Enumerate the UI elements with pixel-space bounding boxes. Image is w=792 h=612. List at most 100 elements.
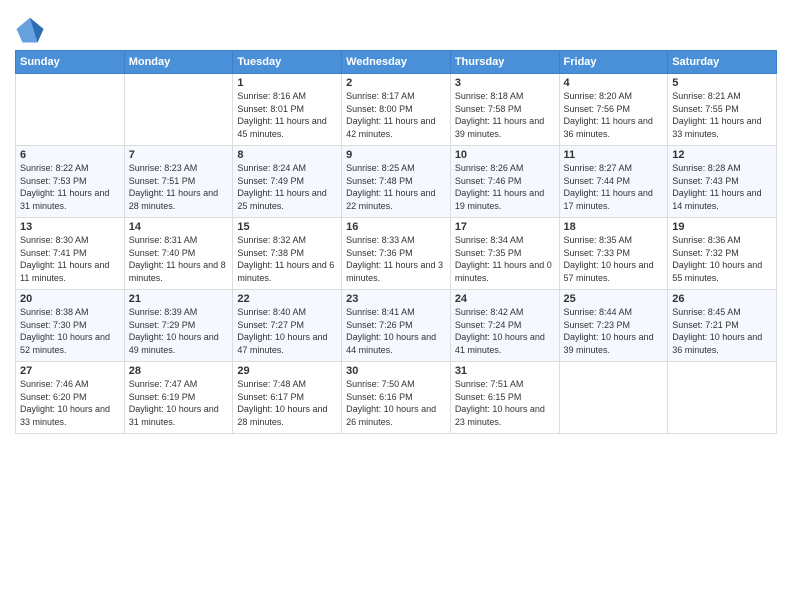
day-info: Sunrise: 8:39 AM Sunset: 7:29 PM Dayligh… bbox=[129, 307, 219, 355]
calendar-cell bbox=[668, 362, 777, 434]
day-number: 30 bbox=[346, 365, 446, 377]
calendar-cell: 14 Sunrise: 8:31 AM Sunset: 7:40 PM Dayli… bbox=[124, 218, 233, 290]
calendar-cell: 22 Sunrise: 8:40 AM Sunset: 7:27 PM Dayli… bbox=[233, 290, 342, 362]
day-number: 17 bbox=[455, 221, 555, 233]
day-number: 14 bbox=[129, 221, 229, 233]
day-info: Sunrise: 7:50 AM Sunset: 6:16 PM Dayligh… bbox=[346, 379, 436, 427]
calendar-week-4: 20Sunrise: 8:38 AM Sunset: 7:30 PM Dayli… bbox=[16, 290, 777, 362]
calendar-cell: 12 Sunrise: 8:28 AM Sunset: 7:43 PM Dayli… bbox=[668, 146, 777, 218]
day-info: Sunrise: 8:32 AM Sunset: 7:38 PM Dayligh… bbox=[237, 235, 334, 283]
day-number: 9 bbox=[346, 149, 446, 161]
calendar-cell: 4 Sunrise: 8:20 AM Sunset: 7:56 PM Daylig… bbox=[559, 74, 668, 146]
day-number: 11 bbox=[564, 149, 664, 161]
calendar-cell: 13 Sunrise: 8:30 AM Sunset: 7:41 PM Dayli… bbox=[16, 218, 125, 290]
day-info: Sunrise: 8:22 AM Sunset: 7:53 PM Dayligh… bbox=[20, 163, 109, 211]
calendar-cell: 26 Sunrise: 8:45 AM Sunset: 7:21 PM Dayli… bbox=[668, 290, 777, 362]
day-info: Sunrise: 8:30 AM Sunset: 7:41 PM Dayligh… bbox=[20, 235, 109, 283]
day-info: Sunrise: 8:18 AM Sunset: 7:58 PM Dayligh… bbox=[455, 91, 544, 139]
day-number: 5 bbox=[672, 77, 772, 89]
day-info: Sunrise: 8:28 AM Sunset: 7:43 PM Dayligh… bbox=[672, 163, 761, 211]
calendar-week-2: 6 Sunrise: 8:22 AM Sunset: 7:53 PM Daylig… bbox=[16, 146, 777, 218]
calendar-cell: 6 Sunrise: 8:22 AM Sunset: 7:53 PM Daylig… bbox=[16, 146, 125, 218]
calendar-cell: 5 Sunrise: 8:21 AM Sunset: 7:55 PM Daylig… bbox=[668, 74, 777, 146]
calendar-cell: 8Sunrise: 8:24 AM Sunset: 7:49 PM Daylig… bbox=[233, 146, 342, 218]
header bbox=[15, 10, 777, 44]
day-info: Sunrise: 8:34 AM Sunset: 7:35 PM Dayligh… bbox=[455, 235, 552, 283]
calendar-cell: 28Sunrise: 7:47 AM Sunset: 6:19 PM Dayli… bbox=[124, 362, 233, 434]
day-info: Sunrise: 8:23 AM Sunset: 7:51 PM Dayligh… bbox=[129, 163, 218, 211]
calendar-cell: 7 Sunrise: 8:23 AM Sunset: 7:51 PM Daylig… bbox=[124, 146, 233, 218]
day-number: 31 bbox=[455, 365, 555, 377]
calendar-cell: 25 Sunrise: 8:44 AM Sunset: 7:23 PM Dayli… bbox=[559, 290, 668, 362]
day-number: 28 bbox=[129, 365, 229, 377]
day-number: 19 bbox=[672, 221, 772, 233]
calendar-cell: 1Sunrise: 8:16 AM Sunset: 8:01 PM Daylig… bbox=[233, 74, 342, 146]
calendar-cell: 20Sunrise: 8:38 AM Sunset: 7:30 PM Dayli… bbox=[16, 290, 125, 362]
day-info: Sunrise: 8:20 AM Sunset: 7:56 PM Dayligh… bbox=[564, 91, 653, 139]
weekday-header-monday: Monday bbox=[124, 51, 233, 74]
day-number: 26 bbox=[672, 293, 772, 305]
calendar-table: SundayMondayTuesdayWednesdayThursdayFrid… bbox=[15, 50, 777, 434]
day-info: Sunrise: 8:41 AM Sunset: 7:26 PM Dayligh… bbox=[346, 307, 436, 355]
weekday-header-row: SundayMondayTuesdayWednesdayThursdayFrid… bbox=[16, 51, 777, 74]
calendar-cell: 21 Sunrise: 8:39 AM Sunset: 7:29 PM Dayli… bbox=[124, 290, 233, 362]
calendar-cell: 3 Sunrise: 8:18 AM Sunset: 7:58 PM Daylig… bbox=[450, 74, 559, 146]
calendar-cell: 2 Sunrise: 8:17 AM Sunset: 8:00 PM Daylig… bbox=[342, 74, 451, 146]
day-info: Sunrise: 8:25 AM Sunset: 7:48 PM Dayligh… bbox=[346, 163, 435, 211]
weekday-header-saturday: Saturday bbox=[668, 51, 777, 74]
day-number: 2 bbox=[346, 77, 446, 89]
calendar-cell: 30 Sunrise: 7:50 AM Sunset: 6:16 PM Dayli… bbox=[342, 362, 451, 434]
day-info: Sunrise: 8:35 AM Sunset: 7:33 PM Dayligh… bbox=[564, 235, 654, 283]
calendar-week-1: 1Sunrise: 8:16 AM Sunset: 8:01 PM Daylig… bbox=[16, 74, 777, 146]
day-number: 12 bbox=[672, 149, 772, 161]
calendar-cell: 31 Sunrise: 7:51 AM Sunset: 6:15 PM Dayli… bbox=[450, 362, 559, 434]
day-info: Sunrise: 7:51 AM Sunset: 6:15 PM Dayligh… bbox=[455, 379, 545, 427]
day-number: 4 bbox=[564, 77, 664, 89]
day-info: Sunrise: 8:16 AM Sunset: 8:01 PM Dayligh… bbox=[237, 91, 326, 139]
calendar-cell bbox=[559, 362, 668, 434]
day-info: Sunrise: 8:40 AM Sunset: 7:27 PM Dayligh… bbox=[237, 307, 327, 355]
day-info: Sunrise: 7:48 AM Sunset: 6:17 PM Dayligh… bbox=[237, 379, 327, 427]
day-info: Sunrise: 8:17 AM Sunset: 8:00 PM Dayligh… bbox=[346, 91, 435, 139]
day-info: Sunrise: 8:36 AM Sunset: 7:32 PM Dayligh… bbox=[672, 235, 762, 283]
day-number: 13 bbox=[20, 221, 120, 233]
day-number: 6 bbox=[20, 149, 120, 161]
day-info: Sunrise: 8:44 AM Sunset: 7:23 PM Dayligh… bbox=[564, 307, 654, 355]
weekday-header-sunday: Sunday bbox=[16, 51, 125, 74]
calendar-cell: 27 Sunrise: 7:46 AM Sunset: 6:20 PM Dayli… bbox=[16, 362, 125, 434]
weekday-header-wednesday: Wednesday bbox=[342, 51, 451, 74]
calendar-cell: 16Sunrise: 8:33 AM Sunset: 7:36 PM Dayli… bbox=[342, 218, 451, 290]
day-number: 21 bbox=[129, 293, 229, 305]
calendar-week-5: 27 Sunrise: 7:46 AM Sunset: 6:20 PM Dayli… bbox=[16, 362, 777, 434]
day-info: Sunrise: 8:38 AM Sunset: 7:30 PM Dayligh… bbox=[20, 307, 110, 355]
calendar-cell: 17 Sunrise: 8:34 AM Sunset: 7:35 PM Dayli… bbox=[450, 218, 559, 290]
day-info: Sunrise: 8:45 AM Sunset: 7:21 PM Dayligh… bbox=[672, 307, 762, 355]
day-info: Sunrise: 8:24 AM Sunset: 7:49 PM Dayligh… bbox=[237, 163, 326, 211]
calendar-week-3: 13 Sunrise: 8:30 AM Sunset: 7:41 PM Dayli… bbox=[16, 218, 777, 290]
day-info: Sunrise: 7:46 AM Sunset: 6:20 PM Dayligh… bbox=[20, 379, 110, 427]
weekday-header-thursday: Thursday bbox=[450, 51, 559, 74]
day-number: 25 bbox=[564, 293, 664, 305]
day-info: Sunrise: 8:26 AM Sunset: 7:46 PM Dayligh… bbox=[455, 163, 544, 211]
calendar-cell bbox=[124, 74, 233, 146]
calendar-cell: 9 Sunrise: 8:25 AM Sunset: 7:48 PM Daylig… bbox=[342, 146, 451, 218]
calendar-cell: 11Sunrise: 8:27 AM Sunset: 7:44 PM Dayli… bbox=[559, 146, 668, 218]
logo-icon bbox=[15, 14, 45, 44]
weekday-header-tuesday: Tuesday bbox=[233, 51, 342, 74]
calendar-cell: 29 Sunrise: 7:48 AM Sunset: 6:17 PM Dayli… bbox=[233, 362, 342, 434]
calendar-cell bbox=[16, 74, 125, 146]
day-number: 3 bbox=[455, 77, 555, 89]
calendar-cell: 19 Sunrise: 8:36 AM Sunset: 7:32 PM Dayli… bbox=[668, 218, 777, 290]
day-info: Sunrise: 8:21 AM Sunset: 7:55 PM Dayligh… bbox=[672, 91, 761, 139]
day-number: 22 bbox=[237, 293, 337, 305]
page: SundayMondayTuesdayWednesdayThursdayFrid… bbox=[0, 0, 792, 612]
calendar-cell: 18Sunrise: 8:35 AM Sunset: 7:33 PM Dayli… bbox=[559, 218, 668, 290]
day-number: 10 bbox=[455, 149, 555, 161]
day-info: Sunrise: 8:42 AM Sunset: 7:24 PM Dayligh… bbox=[455, 307, 545, 355]
day-number: 29 bbox=[237, 365, 337, 377]
day-number: 27 bbox=[20, 365, 120, 377]
day-number: 7 bbox=[129, 149, 229, 161]
calendar-cell: 24Sunrise: 8:42 AM Sunset: 7:24 PM Dayli… bbox=[450, 290, 559, 362]
day-info: Sunrise: 8:31 AM Sunset: 7:40 PM Dayligh… bbox=[129, 235, 226, 283]
calendar-cell: 10 Sunrise: 8:26 AM Sunset: 7:46 PM Dayli… bbox=[450, 146, 559, 218]
